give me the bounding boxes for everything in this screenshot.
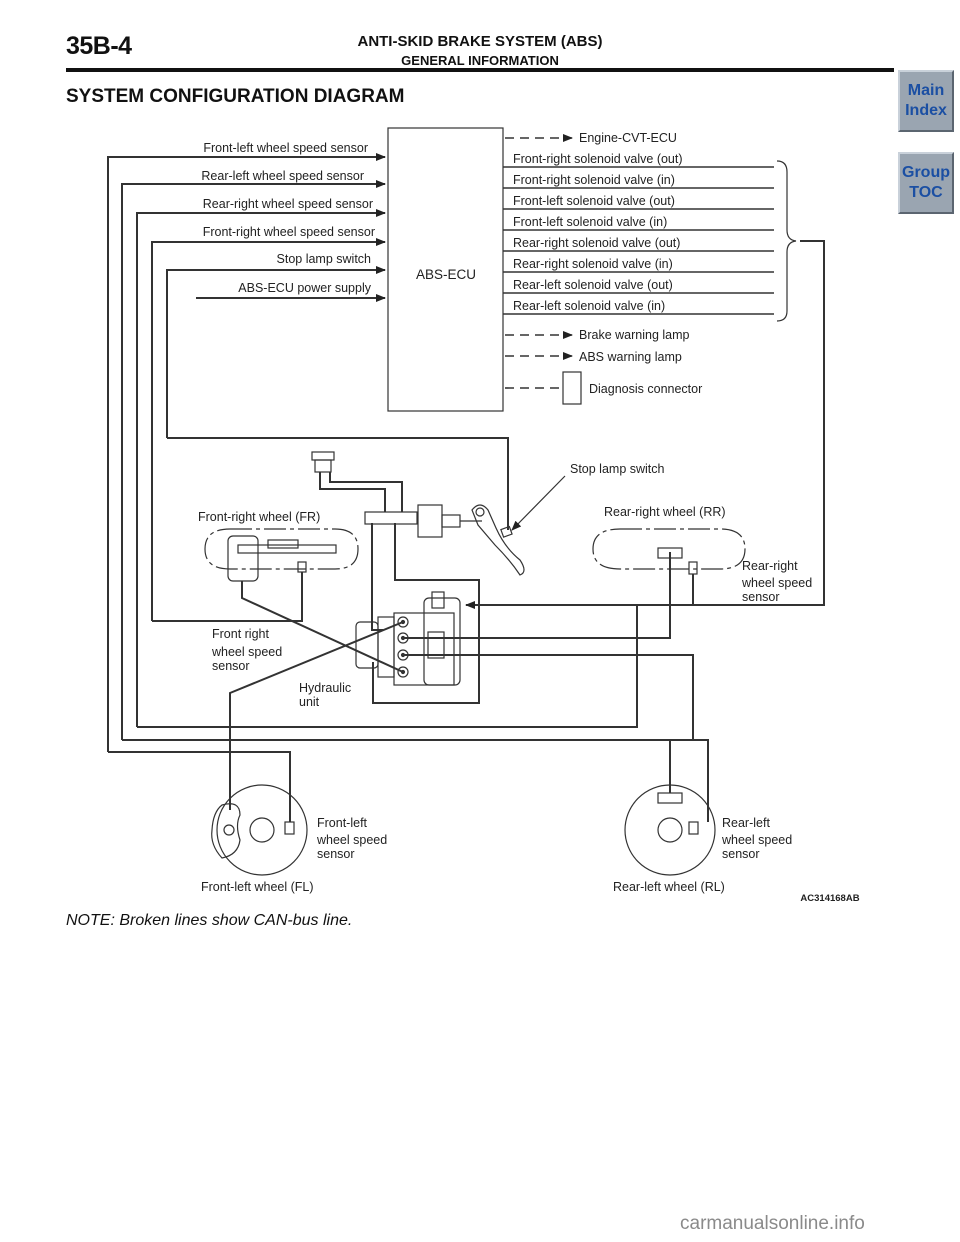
wire-solenoids-to-hydraulic-unit (465, 240, 825, 609)
label-front-left-sensor: Front-left wheel speed sensor (203, 141, 368, 155)
label-power-supply: ABS-ECU power supply (238, 281, 371, 295)
label-rear-right-wheel: Rear-right wheel (RR) (604, 505, 726, 519)
can-bus-note: NOTE: Broken lines show CAN-bus line. (66, 912, 353, 929)
label-solenoid-2: Front-left solenoid valve (out) (513, 194, 675, 208)
front-right-wheel-icon (204, 528, 359, 582)
label-rear-left-wheel: Rear-left wheel (RL) (613, 880, 725, 894)
label-rl-sensor-2: wheel speed (721, 833, 792, 847)
watermark: carmanualsonline.info (680, 1213, 865, 1234)
label-rr-sensor-1: Rear-right (742, 559, 798, 573)
label-solenoid-4: Rear-right solenoid valve (out) (513, 236, 680, 250)
rear-left-wheel-icon (624, 784, 716, 876)
label-fl-sensor-1: Front-left (317, 816, 368, 830)
label-rr-sensor-2: wheel speed (741, 576, 812, 590)
label-solenoid-1: Front-right solenoid valve (in) (513, 173, 675, 187)
label-hydraulic-unit-1: Hydraulic (299, 681, 351, 695)
brake-line-primary (371, 523, 383, 631)
label-fl-sensor-3: sensor (317, 847, 355, 861)
wire-stop-lamp-switch (166, 266, 386, 438)
label-fr-sensor-2: wheel speed (211, 645, 282, 659)
stop-lamp-pointer (511, 475, 566, 531)
label-rr-sensor-3: sensor (742, 590, 780, 604)
label-diagnosis-connector: Diagnosis connector (589, 382, 702, 396)
label-abs-warning-lamp: ABS warning lamp (579, 350, 682, 364)
label-engine-cvt-ecu: Engine-CVT-ECU (579, 131, 677, 145)
figure-id: AC314168AB (800, 893, 859, 904)
label-fr-sensor-1: Front right (212, 627, 269, 641)
master-cylinder-icon (311, 451, 525, 576)
wire-front-right-sensor-lower (152, 572, 303, 622)
label-front-right-sensor: Front-right wheel speed sensor (203, 225, 375, 239)
label-rear-right-sensor: Rear-right wheel speed sensor (203, 197, 373, 211)
front-left-wheel-icon (211, 784, 308, 876)
label-rear-left-sensor: Rear-left wheel speed sensor (201, 169, 364, 183)
label-rl-sensor-3: sensor (722, 847, 760, 861)
system-configuration-diagram: Front-left wheel speed sensor Rear-left … (107, 127, 860, 904)
label-solenoid-0: Front-right solenoid valve (out) (513, 152, 683, 166)
label-solenoid-6: Rear-left solenoid valve (out) (513, 278, 673, 292)
label-fl-sensor-2: wheel speed (316, 833, 387, 847)
label-stop-lamp-switch: Stop lamp switch (570, 462, 665, 476)
label-front-left-wheel: Front-left wheel (FL) (201, 880, 314, 894)
label-brake-warning-lamp: Brake warning lamp (579, 328, 690, 342)
diagnosis-connector-icon (562, 371, 582, 405)
label-front-right-wheel: Front-right wheel (FR) (198, 510, 320, 524)
brake-line-rear-right (403, 552, 671, 639)
label-solenoid-3: Front-left solenoid valve (in) (513, 215, 667, 229)
label-rl-sensor-1: Rear-left (722, 816, 770, 830)
abs-ecu-label: ABS-ECU (416, 267, 476, 282)
label-fr-sensor-3: sensor (212, 659, 250, 673)
label-solenoid-7: Rear-left solenoid valve (in) (513, 299, 665, 313)
label-stop-lamp-switch-input: Stop lamp switch (277, 252, 372, 266)
label-solenoid-5: Rear-right solenoid valve (in) (513, 257, 673, 271)
wire-front-left-sensor-lower (108, 751, 291, 822)
label-hydraulic-unit-2: unit (299, 695, 320, 709)
solenoid-brace (776, 160, 797, 322)
